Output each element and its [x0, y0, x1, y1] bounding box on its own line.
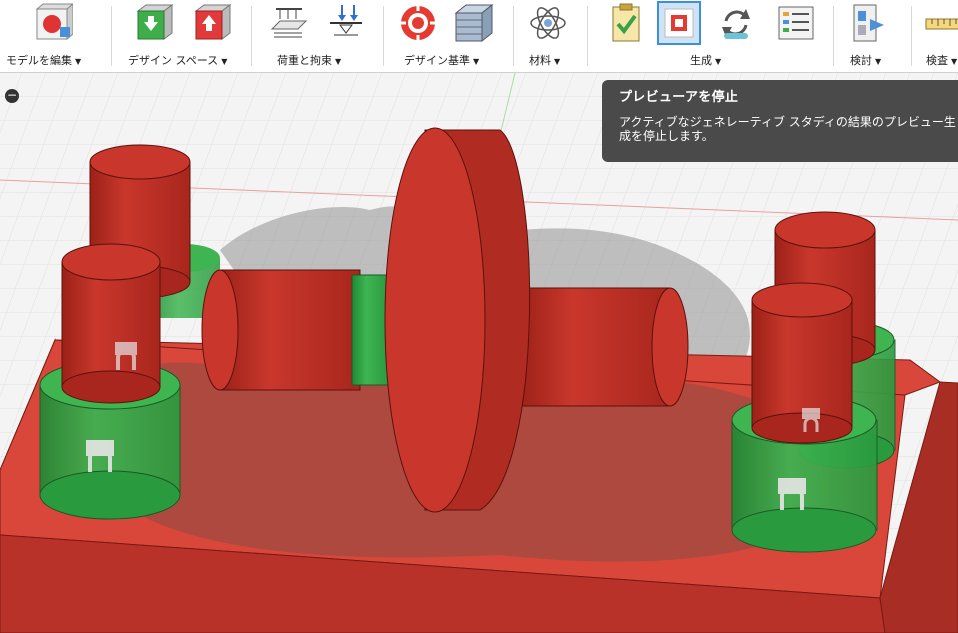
group-loads-constraints: 荷重と拘束 ▼	[252, 0, 382, 72]
shaft-right-preserve	[519, 287, 689, 407]
explore-icon[interactable]	[848, 3, 888, 43]
group-inspect: 検査 ▼	[912, 0, 958, 72]
group-label-edit-model[interactable]: モデルを編集 ▼	[6, 52, 81, 68]
browser-collapse-toggle[interactable]: −	[5, 89, 19, 103]
group-label-design-criteria[interactable]: デザイン基準 ▼	[404, 52, 479, 68]
group-label-generate[interactable]: 生成 ▼	[690, 52, 721, 68]
group-label-design-space[interactable]: デザイン スペース ▼	[128, 52, 227, 68]
shaft-left-preserve	[201, 269, 361, 391]
material-icon[interactable]	[528, 3, 568, 43]
obstacle-geometry-icon[interactable]	[192, 3, 232, 43]
study-list-icon[interactable]	[776, 3, 816, 43]
generate-icon[interactable]	[716, 3, 756, 43]
tooltip-description: アクティブなジェネレーティブ スタディの結果のプレビュー生成を停止します。	[619, 115, 956, 143]
structural-constraint-icon[interactable]	[326, 3, 366, 43]
objectives-icon[interactable]	[398, 3, 438, 43]
precheck-icon[interactable]	[606, 3, 646, 43]
group-explore: 検討 ▼	[834, 0, 910, 72]
group-edit-model: モデルを編集 ▼	[0, 0, 110, 72]
manufacturing-icon[interactable]	[454, 3, 494, 43]
center-disc-preserve	[384, 127, 531, 513]
group-label-inspect[interactable]: 検査 ▼	[926, 52, 957, 68]
group-label-materials[interactable]: 材料 ▼	[529, 52, 560, 68]
tooltip-stop-preview: プレビューアを停止 アクティブなジェネレーティブ スタディの結果のプレビュー生成…	[602, 80, 958, 162]
shaft-left-obstacle-ring	[351, 274, 389, 386]
group-label-loads-constraints[interactable]: 荷重と拘束 ▼	[277, 52, 341, 68]
tooltip-title: プレビューアを停止	[619, 90, 739, 105]
structural-load-icon[interactable]	[268, 3, 308, 43]
group-materials: 材料 ▼	[514, 0, 586, 72]
group-generate: 生成 ▼	[588, 0, 832, 72]
preserve-geometry-icon[interactable]	[134, 3, 174, 43]
edit-model-icon[interactable]	[33, 3, 73, 43]
left-front-preserve-cylinder	[61, 243, 161, 404]
group-label-explore[interactable]: 検討 ▼	[850, 52, 881, 68]
stop-preview-icon[interactable]	[657, 1, 701, 45]
group-design-space: デザイン スペース ▼	[112, 0, 250, 72]
ribbon-toolbar: モデルを編集 ▼ デザイン スペース ▼ 荷重と拘束 ▼ デザイン基準 ▼ 材料…	[0, 0, 958, 73]
group-design-criteria: デザイン基準 ▼	[384, 0, 512, 72]
measure-icon[interactable]	[924, 3, 958, 43]
